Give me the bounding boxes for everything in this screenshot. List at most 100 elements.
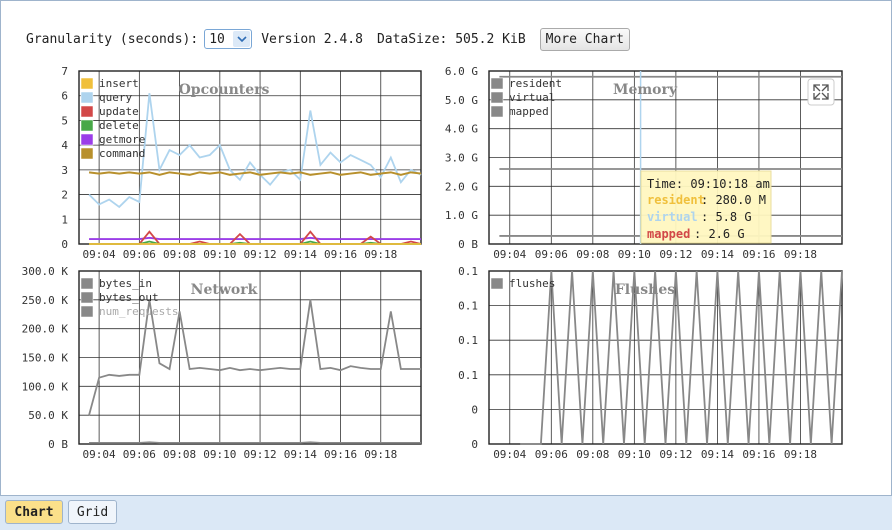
- opcounters-chart: 09:04 09:06 09:08 09:10 09:12 09:14 09:16 09:18…: [61, 65, 422, 261]
- tab-grid[interactable]: Grid: [68, 500, 117, 524]
- y-tick-label: 2: [61, 189, 68, 202]
- x-tick-label: 09:10: [203, 248, 236, 261]
- x-tick-label: 09:04: [493, 448, 526, 461]
- legend-label-resident: resident: [509, 77, 562, 90]
- x-tick-label: 09:08: [163, 248, 196, 261]
- x-tick-label: 09:18: [364, 448, 397, 461]
- opcounters-legend[interactable]: insertqueryupdatedeletegetmorecommand: [80, 77, 145, 160]
- x-tick-label: 09:14: [701, 248, 734, 261]
- x-tick-label: 09:10: [203, 448, 236, 461]
- y-tick-label: 6.0 G: [445, 65, 478, 78]
- y-tick-label: 0: [61, 238, 68, 251]
- x-tick-label: 09:08: [576, 248, 609, 261]
- tooltip-virtual-name: virtual: [647, 210, 698, 224]
- x-tick-label: 09:08: [576, 448, 609, 461]
- legend-label-query: query: [99, 91, 132, 104]
- x-tick-label: 09:16: [742, 448, 775, 461]
- series-line-command: [88, 171, 422, 176]
- y-tick-label: 0: [471, 438, 478, 451]
- network-legend[interactable]: bytes_inbytes_outnum_requests: [80, 277, 178, 318]
- y-tick-label: 0.1: [458, 334, 478, 347]
- y-tick-label: 3.0 G: [445, 152, 478, 165]
- x-tick-label: 09:12: [243, 448, 276, 461]
- tooltip-resident-value: : 280.0 M: [701, 193, 766, 207]
- flushes-legend[interactable]: flushes: [490, 277, 555, 290]
- x-tick-label: 09:16: [324, 448, 357, 461]
- network-series: [88, 299, 421, 444]
- legend-swatch-mapped: [490, 105, 504, 118]
- legend-label-insert: insert: [99, 77, 139, 90]
- flushes-series: [520, 270, 843, 445]
- x-tick-label: 09:10: [618, 248, 651, 261]
- x-tick-label: 09:12: [659, 248, 692, 261]
- legend-label-num_requests: num_requests: [99, 305, 178, 318]
- x-tick-label: 09:18: [784, 448, 817, 461]
- y-tick-label: 0: [471, 403, 478, 416]
- opcounters-title: Opcounters: [179, 82, 270, 98]
- x-tick-label: 09:18: [364, 248, 397, 261]
- y-tick-label: 2.0 G: [445, 180, 478, 193]
- y-tick-label: 300.0 K: [22, 265, 69, 278]
- legend-label-bytes_out: bytes_out: [99, 291, 159, 304]
- legend-swatch-num_requests: [80, 305, 94, 318]
- opcounters-series: [88, 93, 422, 245]
- x-tick-label: 09:18: [784, 248, 817, 261]
- flushes-chart: 09:04 09:06 09:08 09:10 09:12 09:14 09:16 09:18…: [458, 265, 843, 461]
- y-tick-label: 250.0 K: [22, 294, 69, 307]
- memory-title: Memory: [613, 82, 678, 98]
- y-tick-label: 4: [61, 139, 68, 152]
- y-tick-label: 5: [61, 114, 68, 127]
- x-tick-label: 09:08: [163, 448, 196, 461]
- legend-swatch-bytes_out: [80, 291, 94, 304]
- y-tick-label: 5.0 G: [445, 94, 478, 107]
- x-tick-label: 09:06: [123, 248, 156, 261]
- x-tick-label: 09:12: [659, 448, 692, 461]
- legend-label-getmore: getmore: [99, 133, 145, 146]
- memory-chart: 09:04 09:06 09:08 09:10 09:12 09:14 09:16 09:18…: [445, 65, 843, 261]
- y-tick-label: 3: [61, 164, 68, 177]
- expand-icon[interactable]: [807, 78, 835, 106]
- legend-swatch-delete: [80, 119, 94, 132]
- y-tick-label: 1: [61, 213, 68, 226]
- bottom-tab-bar: Chart Grid: [0, 495, 892, 530]
- legend-swatch-virtual: [490, 91, 504, 104]
- x-tick-label: 09:06: [123, 448, 156, 461]
- y-tick-label: 1.0 G: [445, 209, 478, 222]
- y-tick-label: 0 B: [458, 238, 478, 251]
- y-tick-label: 0.1: [458, 369, 478, 382]
- memory-tooltip: Time: 09:10:18 am resident : 280.0 M vir…: [640, 170, 772, 244]
- network-chart: 09:04 09:06 09:08 09:10 09:12 09:14 09:16 09:18…: [22, 265, 422, 461]
- y-tick-label: 0.1: [458, 265, 478, 278]
- x-tick-label: 09:14: [701, 448, 734, 461]
- legend-swatch-resident: [490, 77, 504, 90]
- x-tick-label: 09:04: [493, 248, 526, 261]
- x-tick-label: 09:10: [618, 448, 651, 461]
- legend-swatch-query: [80, 91, 94, 104]
- y-tick-label: 50.0 K: [28, 409, 68, 422]
- legend-label-command: command: [99, 147, 145, 160]
- x-tick-label: 09:14: [284, 448, 317, 461]
- tab-chart[interactable]: Chart: [5, 500, 63, 524]
- legend-swatch-bytes_in: [80, 277, 94, 290]
- y-tick-label: 6: [61, 90, 68, 103]
- x-tick-label: 09:06: [535, 448, 568, 461]
- legend-label-delete: delete: [99, 119, 139, 132]
- y-tick-label: 0 B: [48, 438, 68, 451]
- x-tick-label: 09:16: [742, 248, 775, 261]
- legend-label-virtual: virtual: [509, 91, 555, 104]
- y-tick-label: 100.0 K: [22, 380, 69, 393]
- legend-label-bytes_in: bytes_in: [99, 277, 152, 290]
- y-tick-label: 0.1: [458, 300, 478, 313]
- x-tick-label: 09:04: [83, 448, 116, 461]
- x-tick-label: 09:04: [83, 248, 116, 261]
- x-tick-label: 09:14: [284, 248, 317, 261]
- flushes-title: Flushes: [615, 282, 675, 298]
- legend-swatch-command: [80, 147, 94, 160]
- legend-label-update: update: [99, 105, 139, 118]
- legend-swatch-insert: [80, 77, 94, 90]
- x-tick-label: 09:16: [324, 248, 357, 261]
- tooltip-time: Time: 09:10:18 am: [647, 177, 770, 191]
- legend-label-mapped: mapped: [509, 105, 549, 118]
- tooltip-mapped-name: mapped: [647, 227, 690, 241]
- legend-swatch-getmore: [80, 133, 94, 146]
